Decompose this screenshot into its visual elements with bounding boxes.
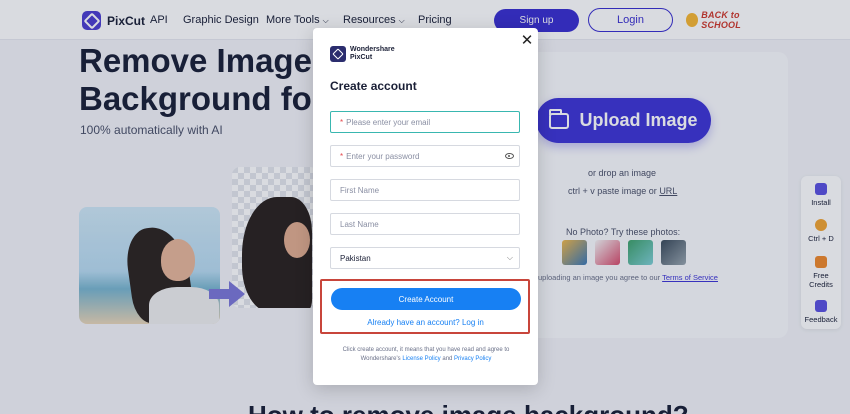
brand-text: Wondershare PixCut — [350, 46, 395, 62]
country-value: Pakistan — [340, 253, 371, 263]
legal-notice: Click create account, it means that you … — [331, 346, 521, 364]
wondershare-logo-icon — [330, 46, 346, 62]
modal-brand: Wondershare PixCut — [330, 46, 395, 62]
required-marker: * — [340, 117, 344, 127]
legal-and: and — [442, 356, 453, 362]
first-name-placeholder: First Name — [340, 185, 380, 195]
close-icon[interactable]: ✕ — [519, 32, 535, 49]
highlight-box — [320, 279, 530, 334]
last-name-field[interactable]: Last Name — [330, 213, 520, 235]
email-field[interactable]: * Please enter your email — [330, 111, 520, 133]
email-placeholder: Please enter your email — [346, 117, 431, 127]
required-marker: * — [340, 151, 344, 161]
country-select[interactable]: Pakistan ⌵ — [330, 247, 520, 269]
password-field[interactable]: * Enter your password — [330, 145, 520, 167]
privacy-policy-link[interactable]: Privacy Policy — [454, 356, 491, 362]
chevron-down-icon: ⌵ — [506, 253, 513, 262]
modal-title: Create account — [330, 79, 417, 93]
brand-line-2: PixCut — [350, 54, 373, 61]
first-name-field[interactable]: First Name — [330, 179, 520, 201]
brand-line-1: Wondershare — [350, 46, 395, 53]
last-name-placeholder: Last Name — [340, 219, 379, 229]
eye-icon[interactable] — [505, 153, 514, 159]
license-policy-link[interactable]: License Policy — [402, 356, 440, 362]
password-placeholder: Enter your password — [346, 151, 420, 161]
